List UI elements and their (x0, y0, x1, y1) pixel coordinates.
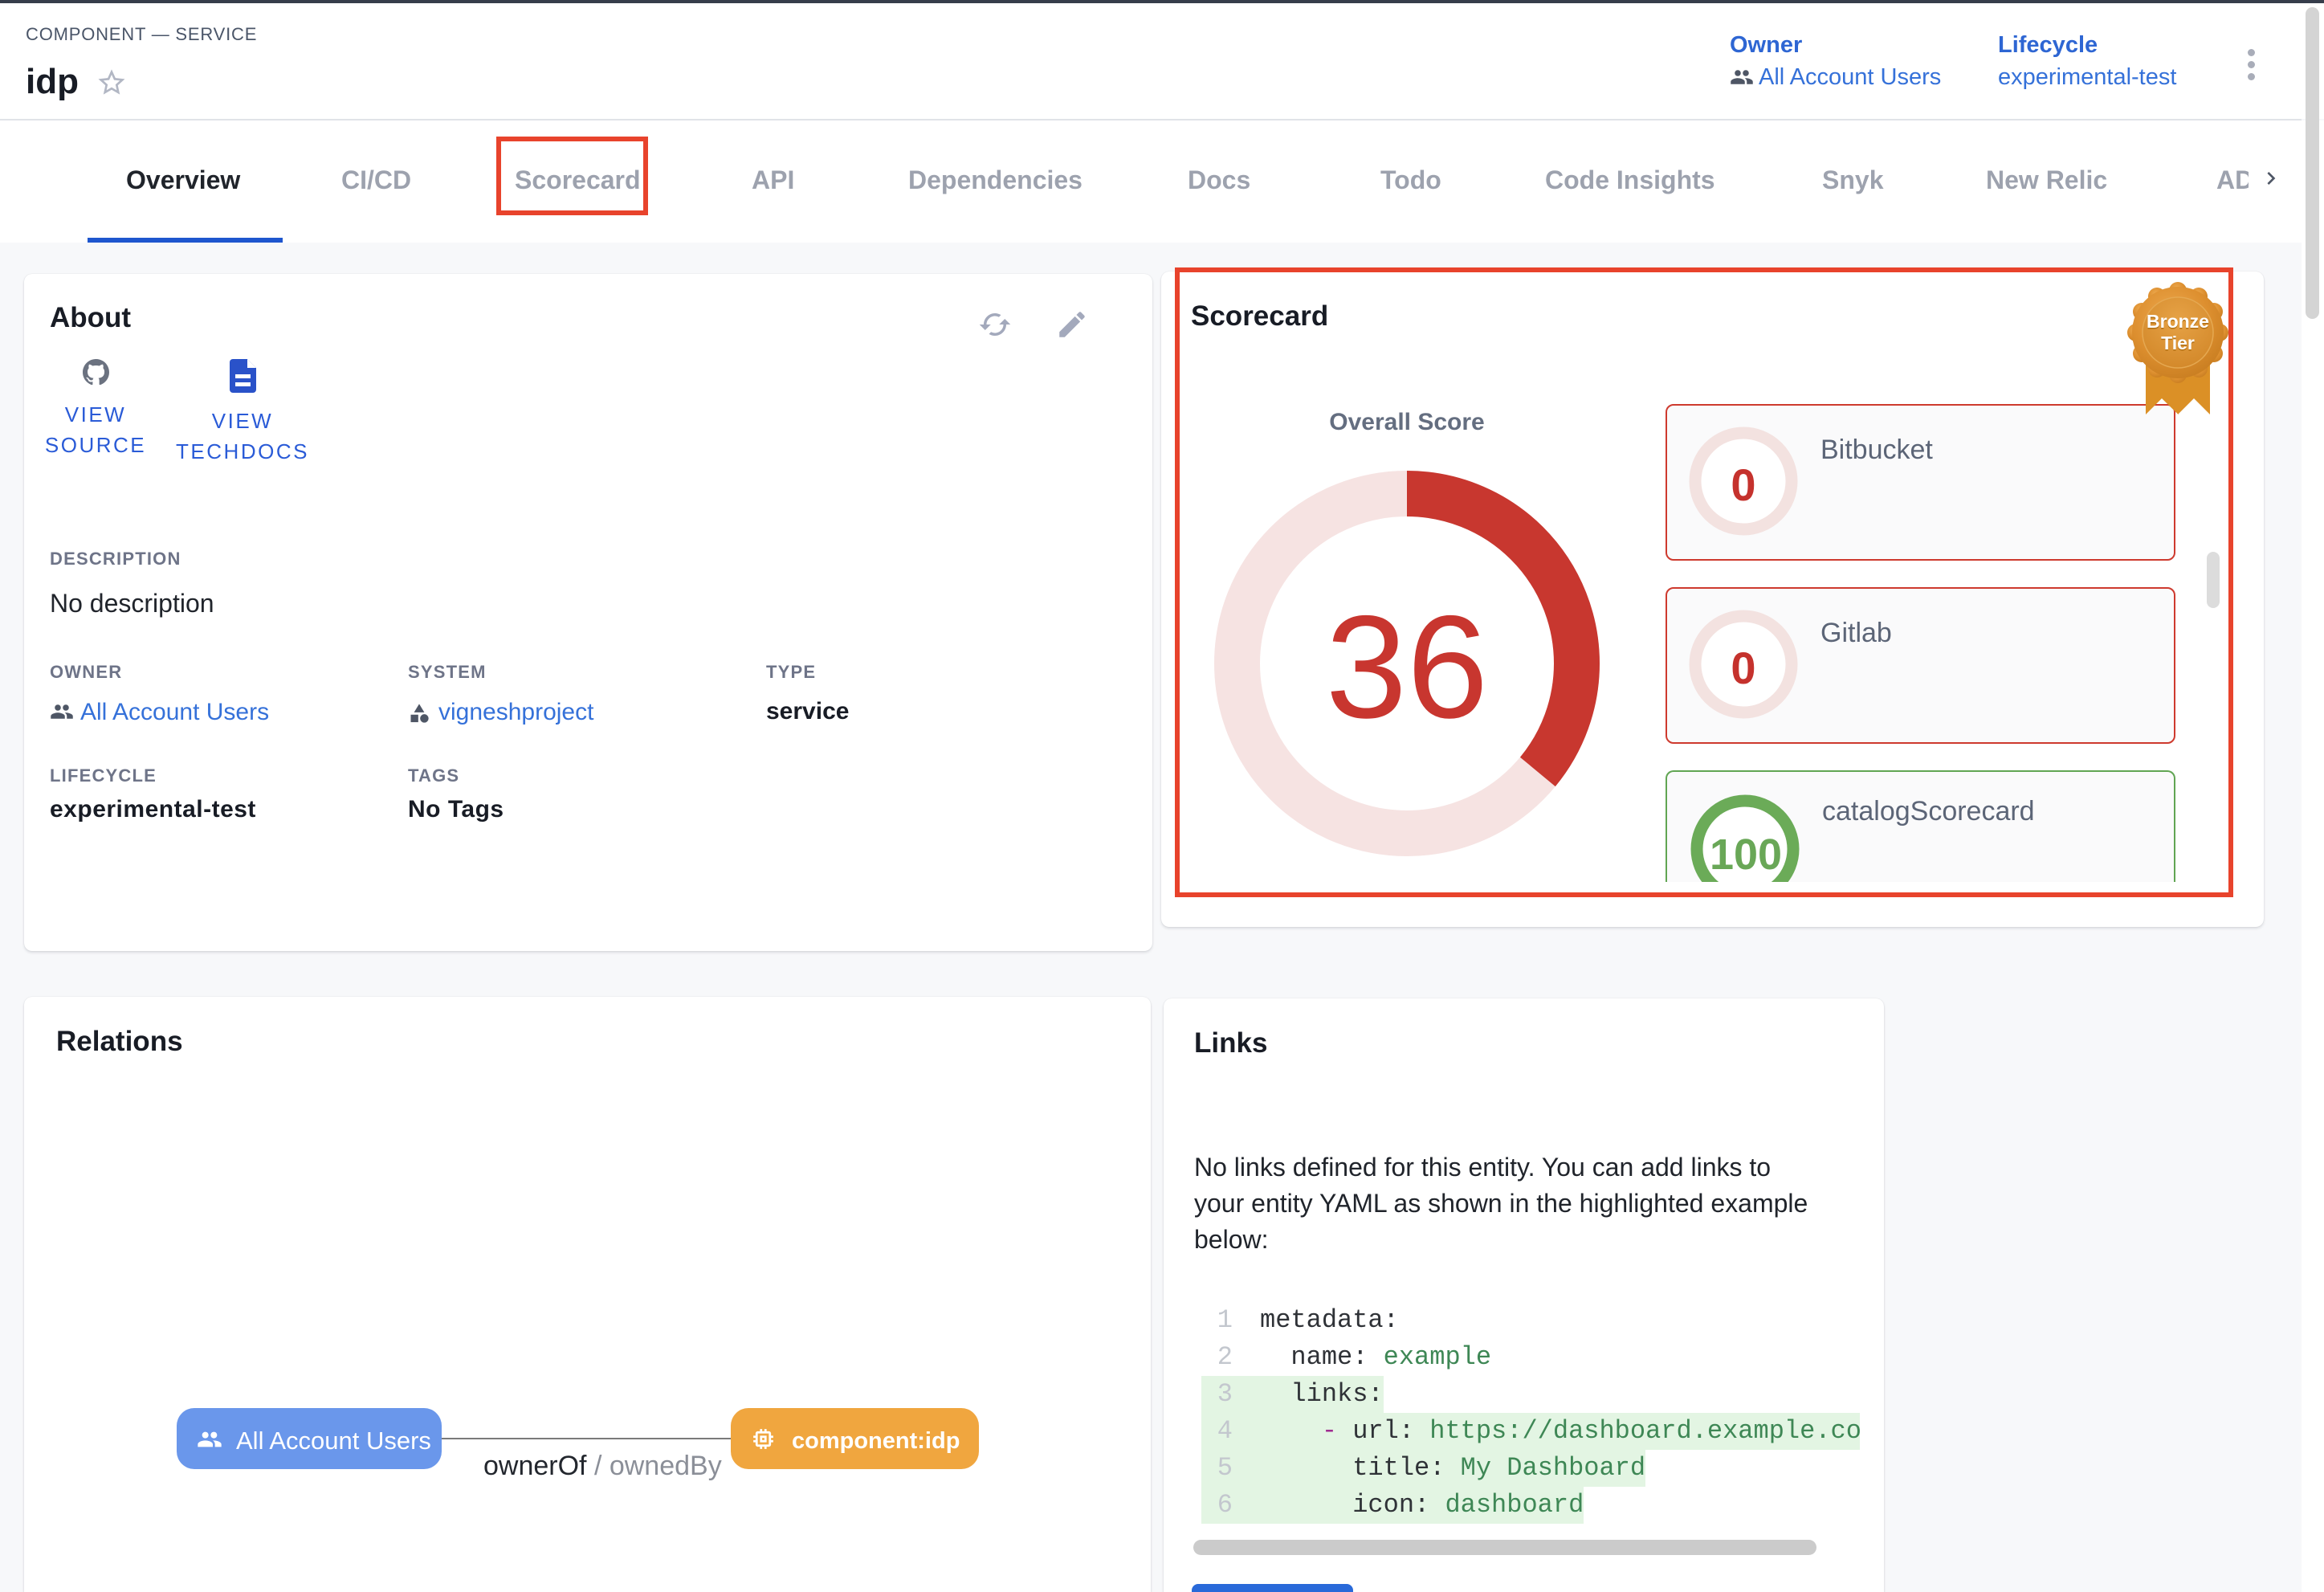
svg-text:Tier: Tier (2161, 333, 2195, 353)
svg-text:Bronze: Bronze (2147, 311, 2209, 332)
